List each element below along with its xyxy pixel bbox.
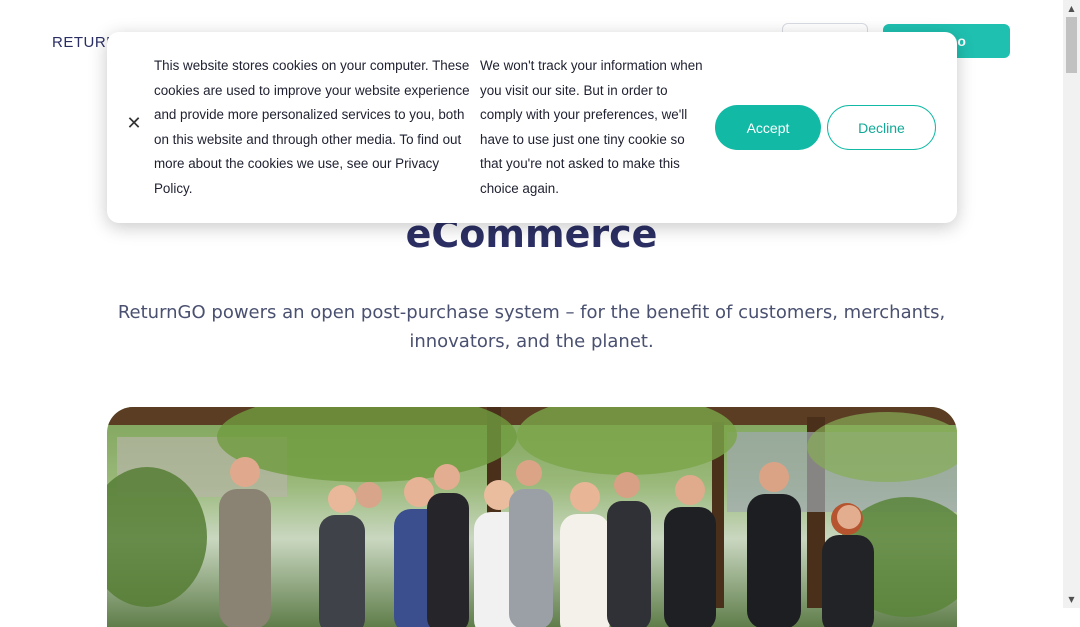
decline-cookies-button[interactable]: Decline xyxy=(827,105,936,150)
cookie-text-primary: This website stores cookies on your comp… xyxy=(154,58,470,196)
team-photo xyxy=(107,407,957,627)
scroll-down-arrow-icon[interactable]: ▼ xyxy=(1063,591,1080,608)
cookie-text-secondary: We won't track your information when you… xyxy=(480,58,703,196)
hero-subtitle: ReturnGO powers an open post-purchase sy… xyxy=(117,302,946,352)
vertical-scrollbar[interactable]: ▲ ▼ xyxy=(1063,0,1080,608)
scrollbar-thumb[interactable] xyxy=(1066,17,1077,73)
close-icon[interactable]: ✕ xyxy=(125,115,143,133)
cookie-banner: ✕ This website stores cookies on your co… xyxy=(107,32,957,223)
scroll-up-arrow-icon[interactable]: ▲ xyxy=(1063,0,1080,17)
accept-cookies-button[interactable]: Accept xyxy=(715,105,821,150)
